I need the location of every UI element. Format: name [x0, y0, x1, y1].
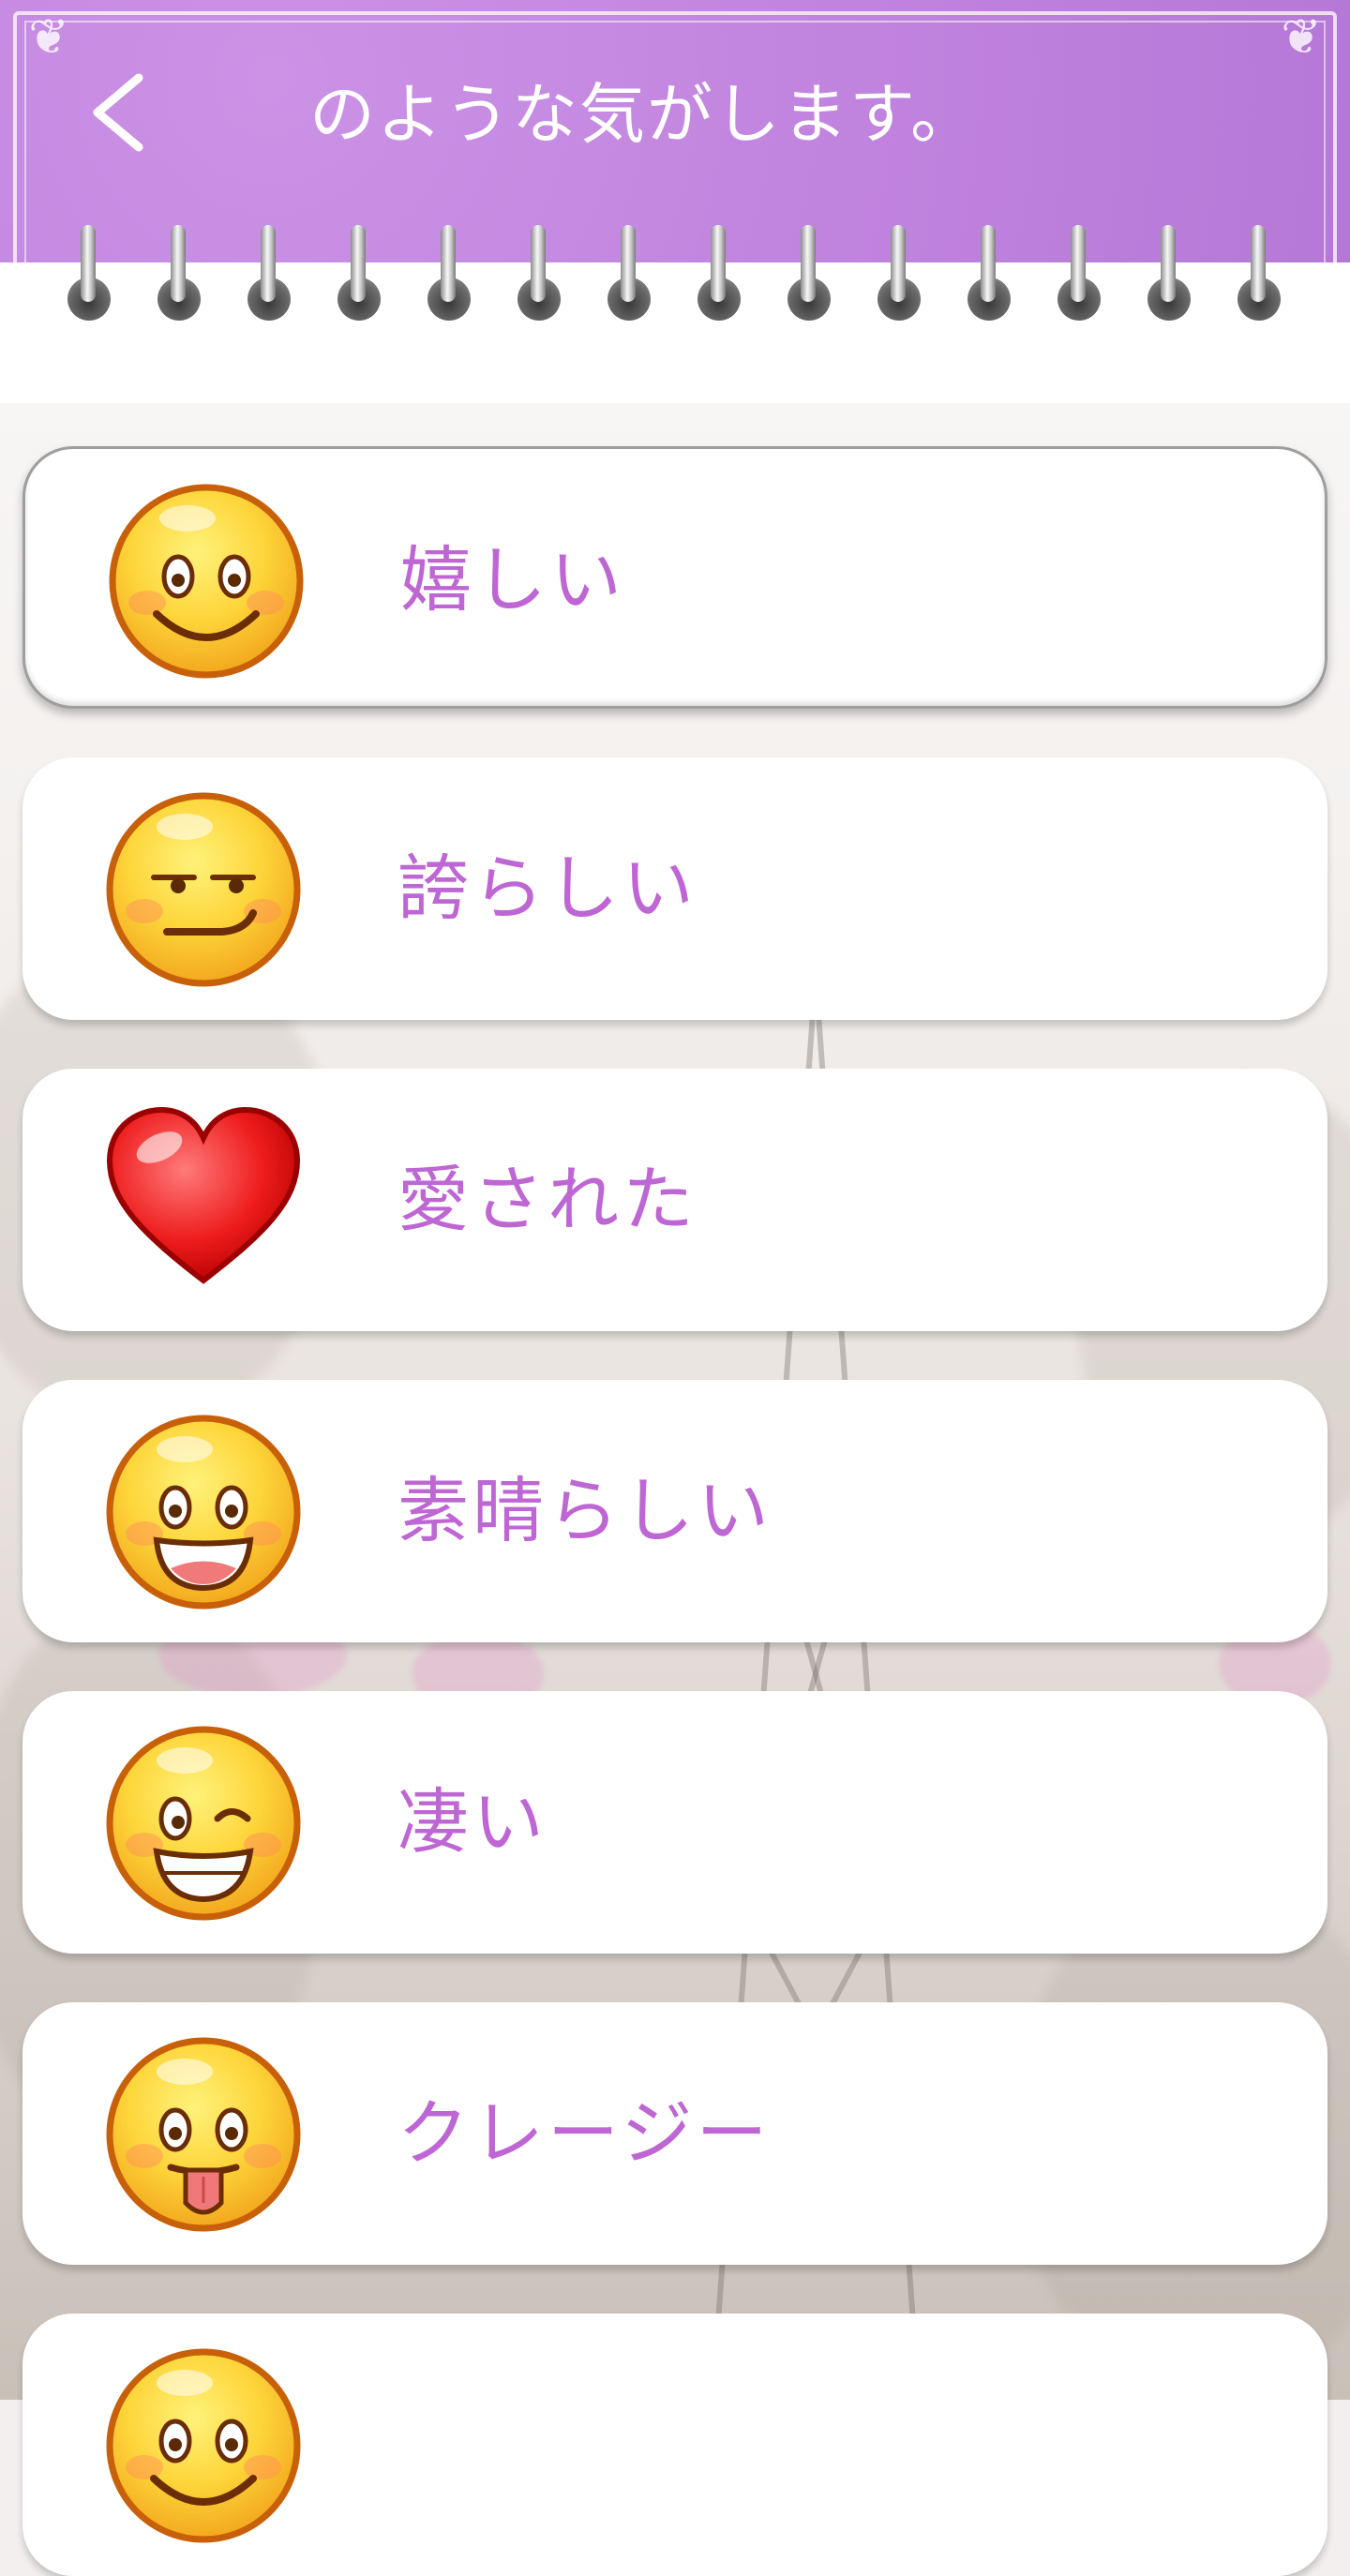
feeling-option[interactable]: 嬉しい [22, 446, 1328, 709]
ring-binding [698, 225, 741, 328]
ring-binding [1058, 225, 1101, 328]
chevron-left-icon [93, 73, 143, 152]
ring-binding [338, 225, 381, 328]
page-title: のような気がします。 [309, 76, 978, 153]
notebook-rings [0, 225, 1350, 337]
smile-icon [108, 483, 305, 680]
feeling-option[interactable]: 素晴らしい [22, 1380, 1328, 1642]
feeling-option[interactable]: 愛された [22, 1069, 1328, 1331]
feeling-option[interactable]: クレージー [22, 2002, 1328, 2265]
feeling-label: 誇らしい [398, 846, 698, 930]
wink-icon [105, 1725, 302, 1922]
feeling-label: クレージー [398, 2091, 772, 2175]
feeling-option[interactable]: 誇らしい [22, 757, 1328, 1020]
feeling-label: 嬉しい [400, 538, 625, 622]
feeling-option[interactable] [22, 2314, 1328, 2576]
ring-binding [428, 225, 471, 328]
ring-binding [248, 225, 291, 328]
ring-binding [518, 225, 561, 328]
tongue-out-icon [105, 2036, 302, 2233]
back-button[interactable] [66, 56, 169, 169]
feeling-option[interactable]: 凄い [22, 1691, 1328, 1954]
ring-binding [68, 225, 111, 328]
ring-binding [968, 225, 1011, 328]
ring-binding [158, 225, 201, 328]
header-bar: ❦ ❦ のような気がします。 [0, 0, 1350, 304]
ornament-icon: ❦ [1281, 9, 1322, 66]
ring-binding [878, 225, 921, 328]
feeling-label: 素晴らしい [398, 1469, 772, 1552]
ring-binding [788, 225, 831, 328]
ring-binding [608, 225, 651, 328]
grin-icon [105, 1414, 302, 1610]
feeling-label: 凄い [398, 1780, 548, 1864]
heart-icon [105, 1102, 302, 1299]
smirk-icon [105, 791, 302, 988]
ring-binding [1148, 225, 1191, 328]
smile-icon [105, 2347, 302, 2544]
feeling-label: 愛された [398, 1158, 698, 1241]
ring-binding [1238, 225, 1281, 328]
